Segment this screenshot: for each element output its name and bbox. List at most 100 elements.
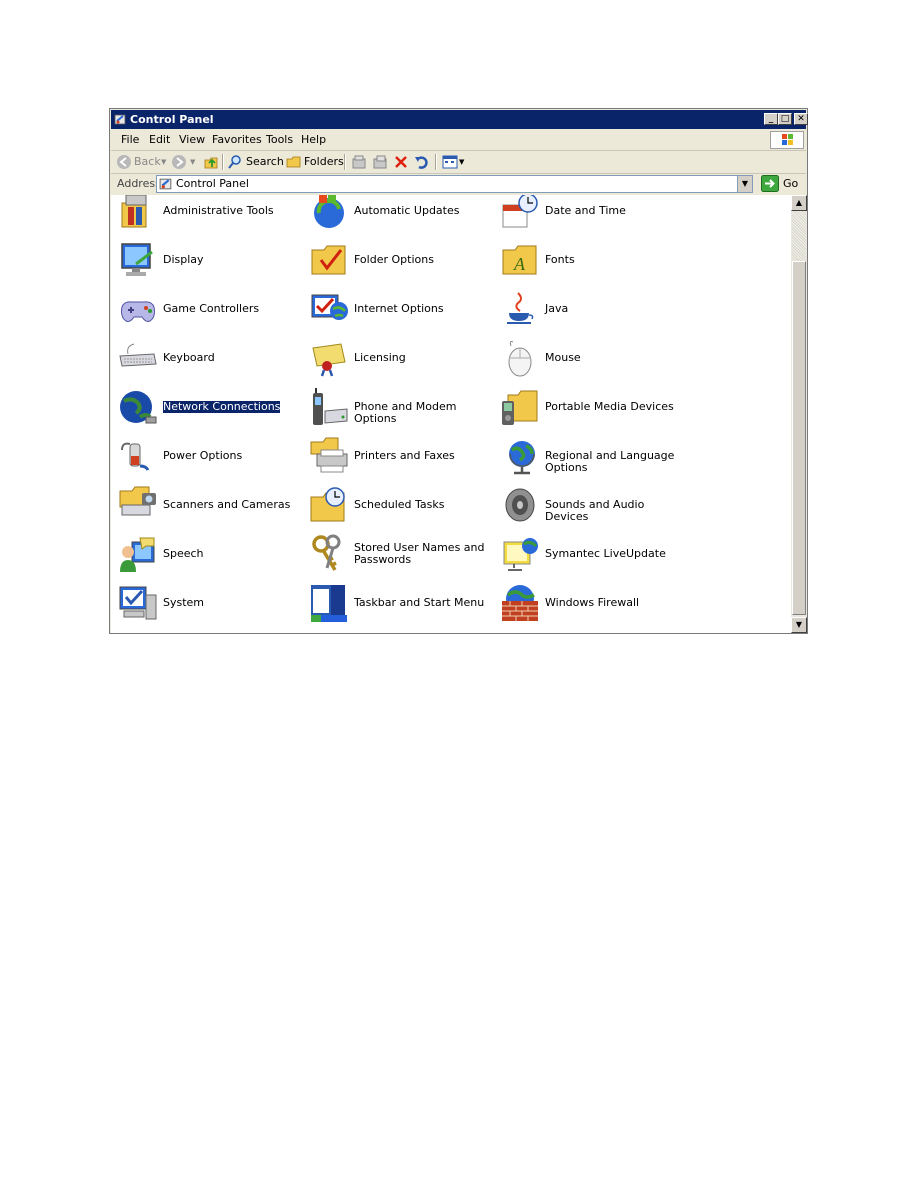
internet-options-icon	[311, 294, 348, 320]
cp-item-portable-media-devices[interactable]: Portable Media Devices	[500, 387, 690, 431]
move-to-icon[interactable]	[351, 154, 367, 170]
scroll-thumb[interactable]	[792, 261, 806, 615]
cp-label: Mouse	[545, 351, 581, 364]
cp-item-keyboard[interactable]: Keyboard	[118, 338, 308, 382]
address-dropdown-icon[interactable]: ▼	[737, 176, 752, 192]
menu-file[interactable]: File	[121, 134, 139, 146]
cp-label: Sounds and Audio Devices	[545, 498, 645, 523]
cp-item-symantec-liveupdate[interactable]: Symantec LiveUpdate	[500, 534, 690, 578]
cp-label: Symantec LiveUpdate	[545, 547, 666, 560]
menu-view[interactable]: View	[179, 134, 205, 146]
cp-item-licensing[interactable]: Licensing	[309, 338, 499, 382]
system-icon	[119, 586, 157, 620]
administrative-tools-icon	[121, 195, 147, 228]
liveupdate-icon	[503, 538, 538, 571]
cp-label: System	[163, 596, 205, 609]
cp-item-regional-and-language-options[interactable]: Regional and Language Options	[500, 436, 690, 480]
title-bar[interactable]: Control Panel _ □ ✕	[111, 110, 808, 129]
search-icon[interactable]	[227, 154, 243, 170]
copy-to-icon[interactable]	[372, 154, 388, 170]
printer-icon	[310, 437, 348, 473]
delete-icon[interactable]	[393, 154, 409, 170]
keys-icon	[312, 534, 341, 571]
cp-label: Display	[163, 253, 204, 266]
menu-tools[interactable]: Tools	[266, 134, 293, 146]
java-cup-icon	[507, 292, 534, 324]
gamepad-icon	[121, 301, 155, 322]
cp-label: Scheduled Tasks	[354, 498, 445, 511]
cp-item-internet-options[interactable]: Internet Options	[309, 289, 499, 333]
undo-icon[interactable]	[414, 154, 430, 170]
cp-item-mouse[interactable]: Mouse	[500, 338, 690, 382]
forward-arrow-icon[interactable]	[171, 154, 187, 170]
cp-item-sounds-and-audio-devices[interactable]: Sounds and Audio Devices	[500, 485, 690, 529]
toolbar-separator	[344, 154, 346, 170]
menu-favorites[interactable]: Favorites	[212, 134, 262, 146]
cp-item-automatic-updates[interactable]: Automatic Updates	[309, 195, 499, 235]
cp-item-stored-user-names-and-passwords[interactable]: Stored User Names and Passwords	[309, 534, 499, 578]
cp-item-power-options[interactable]: Power Options	[118, 436, 308, 480]
cp-item-system[interactable]: System	[118, 583, 308, 627]
cp-label: Taskbar and Start Menu	[354, 596, 485, 609]
folder-up-icon[interactable]	[203, 154, 219, 170]
cp-item-java[interactable]: Java	[500, 289, 690, 333]
cp-label: Folder Options	[354, 253, 434, 266]
cp-item-printers-and-faxes[interactable]: Printers and Faxes	[309, 436, 499, 480]
globe-icon	[509, 441, 535, 475]
search-button[interactable]: Search	[246, 156, 284, 168]
go-button[interactable]: Go	[783, 178, 798, 190]
cp-label: Speech	[163, 547, 204, 560]
cp-item-date-and-time[interactable]: Date and Time	[500, 195, 690, 235]
address-value: Control Panel	[176, 177, 249, 190]
cp-item-network-connections[interactable]: Network Connections	[118, 387, 308, 431]
cp-item-administrative-tools[interactable]: Administrative Tools	[118, 195, 308, 235]
cp-item-windows-firewall[interactable]: Windows Firewall	[500, 583, 690, 627]
cp-item-phone-and-modem-options[interactable]: Phone and Modem Options	[309, 387, 499, 431]
folders-button[interactable]: Folders	[304, 156, 344, 168]
address-label: Address	[117, 177, 161, 190]
go-arrow-icon[interactable]	[761, 175, 779, 192]
cp-item-scanners-and-cameras[interactable]: Scanners and Cameras	[118, 485, 308, 529]
cp-item-scheduled-tasks[interactable]: Scheduled Tasks	[309, 485, 499, 529]
cp-item-folder-options[interactable]: Folder Options	[309, 240, 499, 284]
folders-icon[interactable]	[286, 154, 302, 170]
minimize-button[interactable]: _	[764, 113, 778, 125]
cp-label: Scanners and Cameras	[163, 498, 291, 511]
cp-item-display[interactable]: Display	[118, 240, 308, 284]
cp-label: Game Controllers	[163, 302, 260, 315]
cp-label: Administrative Tools	[163, 204, 274, 217]
close-button[interactable]: ✕	[794, 113, 808, 125]
scroll-up-icon[interactable]: ▲	[791, 195, 807, 211]
menu-bar: File Edit View Favorites Tools Help	[111, 130, 806, 151]
views-dropdown-icon[interactable]: ▼	[459, 156, 464, 168]
automatic-updates-icon	[314, 195, 344, 228]
display-icon	[121, 243, 153, 276]
portable-media-icon	[502, 390, 538, 425]
back-dropdown-icon[interactable]: ▼	[161, 156, 166, 168]
cp-item-speech[interactable]: Speech	[118, 534, 308, 578]
back-arrow-icon[interactable]	[116, 154, 132, 170]
window-title: Control Panel	[130, 113, 214, 126]
cp-item-fonts[interactable]: A Fonts	[500, 240, 690, 284]
cp-item-taskbar-and-start-menu[interactable]: Taskbar and Start Menu	[309, 583, 499, 627]
forward-dropdown-icon[interactable]: ▼	[190, 156, 195, 168]
cp-item-game-controllers[interactable]: Game Controllers	[118, 289, 308, 333]
certificate-icon	[312, 343, 346, 377]
keyboard-icon	[119, 343, 157, 367]
menu-edit[interactable]: Edit	[149, 134, 170, 146]
back-button[interactable]: Back	[134, 156, 161, 168]
views-icon[interactable]	[442, 154, 458, 170]
cp-label: Stored User Names and Passwords	[354, 541, 485, 566]
address-input[interactable]: Control Panel ▼	[156, 175, 753, 193]
cp-label: Licensing	[354, 351, 406, 364]
menu-help[interactable]: Help	[301, 134, 326, 146]
maximize-button[interactable]: □	[778, 113, 792, 125]
cp-label: Keyboard	[163, 351, 215, 364]
vertical-scrollbar[interactable]: ▲ ▼	[791, 195, 807, 633]
cp-label: Power Options	[163, 449, 243, 462]
control-panel-items: Administrative Tools Automatic Updates D…	[111, 195, 791, 633]
toolbar-separator	[222, 154, 224, 170]
scroll-down-icon[interactable]: ▼	[791, 617, 807, 633]
fonts-folder-icon: A	[502, 245, 537, 275]
scroll-track[interactable]	[792, 211, 806, 261]
